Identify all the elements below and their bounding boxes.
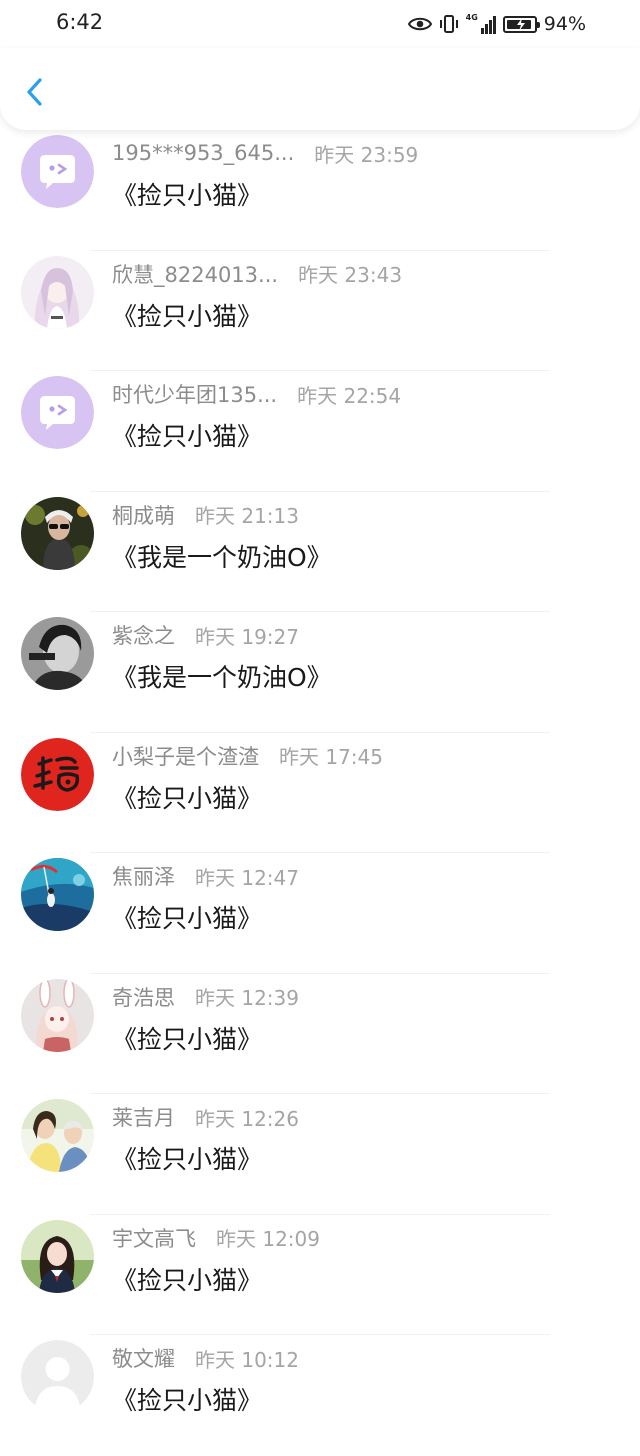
book-title[interactable]: 《捡只小猫》 <box>112 297 262 333</box>
comment-time: 昨天 21:13 <box>195 504 299 528</box>
battery-icon <box>502 15 540 33</box>
avatar[interactable] <box>21 858 94 931</box>
user-name[interactable]: 莱吉月 <box>112 1102 175 1132</box>
list-item[interactable]: 敬文耀 昨天 10:12 《捡只小猫》 <box>0 1335 640 1456</box>
back-button[interactable] <box>20 72 50 112</box>
user-name[interactable]: 欣慧_8224013... <box>112 259 278 289</box>
battery-percent: 94% <box>543 13 586 35</box>
list-item[interactable]: 时代少年团135... 昨天 22:54 《捡只小猫》 <box>0 371 640 492</box>
list-item[interactable]: 195***953_645... 昨天 23:59 《捡只小猫》 <box>0 130 640 251</box>
list-item[interactable]: 小梨子是个渣渣 昨天 17:45 《捡只小猫》 <box>0 733 640 853</box>
avatar[interactable] <box>21 978 94 1052</box>
eye-icon <box>407 17 432 31</box>
user-name[interactable]: 宇文高飞 <box>112 1223 196 1253</box>
nav-bar <box>0 48 640 130</box>
comment-time: 昨天 23:59 <box>314 142 419 167</box>
avatar[interactable] <box>21 255 94 329</box>
vibrate-icon <box>439 15 458 33</box>
book-title[interactable]: 《捡只小猫》 <box>112 176 262 212</box>
avatar[interactable] <box>21 617 94 690</box>
user-name[interactable]: 小梨子是个渣渣 <box>112 741 259 771</box>
comment-time: 昨天 12:47 <box>195 865 299 890</box>
list-item[interactable]: 奇浩思 昨天 12:39 《捡只小猫》 <box>0 974 640 1094</box>
avatar[interactable] <box>21 376 94 449</box>
bunny-girl-avatar-icon <box>21 978 94 1052</box>
red-calligraphy-avatar-icon <box>21 737 94 811</box>
status-bar: 6:42 4G 94% <box>0 0 640 48</box>
book-title[interactable]: 《捡只小猫》 <box>112 417 262 453</box>
user-name[interactable]: 紫念之 <box>112 620 175 650</box>
user-name[interactable]: 焦丽泽 <box>112 861 175 891</box>
avatar[interactable] <box>21 135 94 208</box>
user-name[interactable]: 195***953_645... <box>112 141 294 165</box>
comment-time: 昨天 10:12 <box>195 1347 299 1372</box>
avatar[interactable] <box>21 1219 94 1293</box>
comment-time: 昨天 12:26 <box>195 1106 299 1131</box>
avatar[interactable] <box>21 1340 94 1413</box>
user-name[interactable]: 时代少年团135... <box>112 379 277 409</box>
chevron-left-icon <box>27 78 42 106</box>
default-chat-avatar-icon <box>21 376 94 449</box>
list-item[interactable]: 欣慧_8224013... 昨天 23:43 《捡只小猫》 <box>0 251 640 371</box>
list-item[interactable]: 宇文高飞 昨天 12:09 《捡只小猫》 <box>0 1215 640 1335</box>
default-person-avatar-icon <box>21 1340 94 1413</box>
comment-time: 昨天 22:54 <box>297 383 402 408</box>
portrait-avatar-icon <box>21 617 94 690</box>
book-title[interactable]: 《我是一个奶油O》 <box>112 538 332 574</box>
user-name[interactable]: 桐成萌 <box>112 500 175 530</box>
book-title[interactable]: 《捡只小猫》 <box>112 899 262 935</box>
avatar[interactable] <box>21 1099 94 1172</box>
comment-time: 昨天 12:39 <box>195 986 299 1010</box>
comment-time: 昨天 12:09 <box>216 1227 320 1251</box>
list-item[interactable]: 焦丽泽 昨天 12:47 《捡只小猫》 <box>0 853 640 974</box>
book-title[interactable]: 《捡只小猫》 <box>112 1381 262 1417</box>
list-item[interactable]: 紫念之 昨天 19:27 《我是一个奶油O》 <box>0 612 640 733</box>
book-title[interactable]: 《捡只小猫》 <box>112 1140 262 1176</box>
book-title[interactable]: 《捡只小猫》 <box>112 779 262 815</box>
comment-time: 昨天 19:27 <box>195 624 299 649</box>
comment-time: 昨天 17:45 <box>279 745 383 769</box>
comment-time: 昨天 23:43 <box>298 263 403 287</box>
sunglasses-avatar-icon <box>21 496 94 570</box>
comment-list: 195***953_645... 昨天 23:59 《捡只小猫》 欣慧_8224… <box>0 130 640 1456</box>
list-item[interactable]: 桐成萌 昨天 21:13 《我是一个奶油O》 <box>0 492 640 612</box>
default-chat-avatar-icon <box>21 135 94 208</box>
user-name[interactable]: 奇浩思 <box>112 982 175 1012</box>
signal-icon: 4G <box>466 14 496 34</box>
network-type: 4G <box>465 13 478 22</box>
user-name[interactable]: 敬文耀 <box>112 1343 175 1373</box>
girl-photo-avatar-icon <box>21 1219 94 1293</box>
avatar[interactable] <box>21 496 94 570</box>
book-title[interactable]: 《捡只小猫》 <box>112 1020 262 1056</box>
status-time: 6:42 <box>56 10 104 34</box>
blue-scene-avatar-icon <box>21 858 94 931</box>
book-title[interactable]: 《捡只小猫》 <box>112 1261 262 1297</box>
status-icons: 4G 94% <box>407 10 586 38</box>
couple-photo-avatar-icon <box>21 1099 94 1172</box>
charging-icon <box>516 17 525 31</box>
avatar[interactable] <box>21 737 94 811</box>
anime-girl-avatar-icon <box>21 255 94 329</box>
book-title[interactable]: 《我是一个奶油O》 <box>112 658 332 694</box>
list-item[interactable]: 莱吉月 昨天 12:26 《捡只小猫》 <box>0 1094 640 1215</box>
